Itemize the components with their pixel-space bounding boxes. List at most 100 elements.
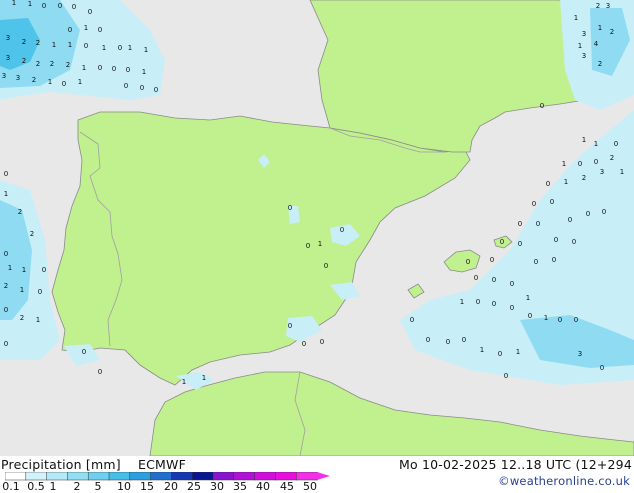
- precip-amount-label: 0: [58, 2, 62, 10]
- precip-amount-label: 0: [492, 276, 496, 284]
- precip-amount-label: 0: [540, 102, 544, 110]
- precip-amount-label: 1: [620, 168, 624, 176]
- precip-amount-label: 0: [82, 348, 86, 356]
- precip-amount-label: 0: [118, 44, 122, 52]
- precip-amount-label: 0: [98, 368, 102, 376]
- precip-amount-label: 2: [30, 230, 34, 238]
- precip-amount-label: 2: [610, 28, 614, 36]
- precip-amount-label: 0: [578, 160, 582, 168]
- precip-amount-label: 0: [574, 316, 578, 324]
- precip-amount-label: 0: [302, 340, 306, 348]
- precip-amount-label: 0: [288, 204, 292, 212]
- precip-amount-label: 0: [4, 170, 8, 178]
- precip-amount-label: 2: [22, 57, 26, 65]
- precip-amount-label: 3: [6, 54, 10, 62]
- precip-amount-label: 0: [528, 312, 532, 320]
- precip-amount-label: 0: [586, 210, 590, 218]
- precip-amount-label: 1: [8, 264, 12, 272]
- precip-amount-label: 1: [578, 42, 582, 50]
- precip-amount-label: 0: [550, 198, 554, 206]
- precip-amount-label: 1: [202, 374, 206, 382]
- legend-color-swatch: [150, 472, 173, 481]
- precip-amount-label: 0: [4, 250, 8, 258]
- precip-amount-label: 1: [22, 266, 26, 274]
- precip-amount-label: 2: [32, 76, 36, 84]
- precip-amount-label: 0: [476, 298, 480, 306]
- precip-amount-label: 1: [144, 46, 148, 54]
- precip-amount-label: 0: [88, 8, 92, 16]
- precip-amount-label: 1: [544, 314, 548, 322]
- precip-amount-label: 0: [446, 338, 450, 346]
- legend-tick-label: 0.5: [27, 480, 45, 493]
- precip-amount-label: 1: [28, 0, 32, 8]
- precip-amount-label: 0: [554, 236, 558, 244]
- precip-amount-label: 0: [518, 220, 522, 228]
- precip-amount-label: 0: [62, 80, 66, 88]
- precip-amount-label: 1: [82, 64, 86, 72]
- legend-tick-label: 5: [94, 480, 102, 493]
- legend-color-swatch: [129, 472, 152, 481]
- legend-title: Precipitation [mm]: [1, 457, 121, 472]
- precip-amount-label: 0: [552, 256, 556, 264]
- precip-amount-label: 2: [596, 2, 600, 10]
- legend-tick-label: 2: [73, 480, 81, 493]
- precip-amount-label: 0: [490, 256, 494, 264]
- precip-amount-label: 3: [606, 2, 610, 10]
- precip-amount-label: 4: [594, 40, 599, 48]
- legend-tick-label: 20: [164, 480, 178, 493]
- precip-amount-label: 0: [498, 350, 502, 358]
- precip-amount-label: 1: [102, 44, 106, 52]
- legend-color-swatch: [108, 472, 131, 481]
- precip-amount-label: 0: [492, 300, 496, 308]
- legend-color-swatch: [87, 472, 110, 481]
- precip-amount-label: 0: [546, 180, 550, 188]
- legend-tick-label: 30: [210, 480, 224, 493]
- precip-amount-label: 3: [16, 74, 20, 82]
- credit-link[interactable]: ©weatheronline.co.uk: [498, 474, 630, 488]
- precip-amount-label: 0: [4, 340, 8, 348]
- precip-amount-label: 2: [582, 174, 586, 182]
- precip-amount-label: 3: [6, 34, 10, 42]
- precip-amount-label: 0: [98, 26, 102, 34]
- precip-amount-label: 3: [578, 350, 582, 358]
- precip-amount-label: 0: [500, 238, 504, 246]
- precip-amount-label: 0: [466, 258, 470, 266]
- precip-amount-label: 3: [600, 168, 604, 176]
- precip-amount-label: 1: [516, 348, 520, 356]
- precip-amount-label: 1: [480, 346, 484, 354]
- legend-color-swatch: [67, 472, 89, 481]
- legend-color-swatch: [25, 472, 48, 481]
- legend-color-swatch: [171, 472, 193, 481]
- precip-amount-label: 0: [568, 216, 572, 224]
- precip-amount-label: 0: [38, 288, 42, 296]
- legend-overflow-arrow: [317, 472, 330, 480]
- legend-color-swatch: [275, 472, 297, 481]
- precip-amount-label: 1: [582, 136, 586, 144]
- precip-amount-label: 0: [536, 220, 540, 228]
- precip-amount-label: 1: [526, 294, 530, 302]
- precip-amount-label: 2: [36, 60, 40, 68]
- precip-amount-label: 0: [98, 64, 102, 72]
- legend-tick-label: 35: [233, 480, 247, 493]
- legend-tick-label: 1: [49, 480, 57, 493]
- legend-tick-label: 15: [140, 480, 154, 493]
- precip-amount-label: 0: [288, 322, 292, 330]
- precip-amount-label: 1: [142, 68, 146, 76]
- precip-amount-label: 1: [48, 78, 52, 86]
- precip-amount-label: 1: [20, 286, 24, 294]
- precip-amount-label: 0: [534, 258, 538, 266]
- precip-amount-label: 0: [602, 208, 606, 216]
- precip-amount-label: 0: [4, 306, 8, 314]
- legend-tick-label: 40: [256, 480, 270, 493]
- precip-amount-label: 1: [564, 178, 568, 186]
- precip-amount-label: 2: [50, 60, 54, 68]
- precip-amount-label: 0: [340, 226, 344, 234]
- legend-footer: Precipitation [mm] ECMWF Mo 10-02-2025 1…: [0, 456, 634, 493]
- precip-amount-label: 2: [20, 314, 24, 322]
- precip-amount-label: 0: [510, 280, 514, 288]
- precipitation-map: 1 1 0 0 003 2 2 1 1 0 1 00 1 03 2 2 2 2 1 0 01 10 13 3 2 1 0 1 0 0 001…: [0, 0, 634, 456]
- legend-tick-label: 25: [187, 480, 201, 493]
- legend-color-swatch: [233, 472, 256, 481]
- precip-amount-label: 2: [18, 208, 22, 216]
- precip-amount-label: 3: [582, 52, 586, 60]
